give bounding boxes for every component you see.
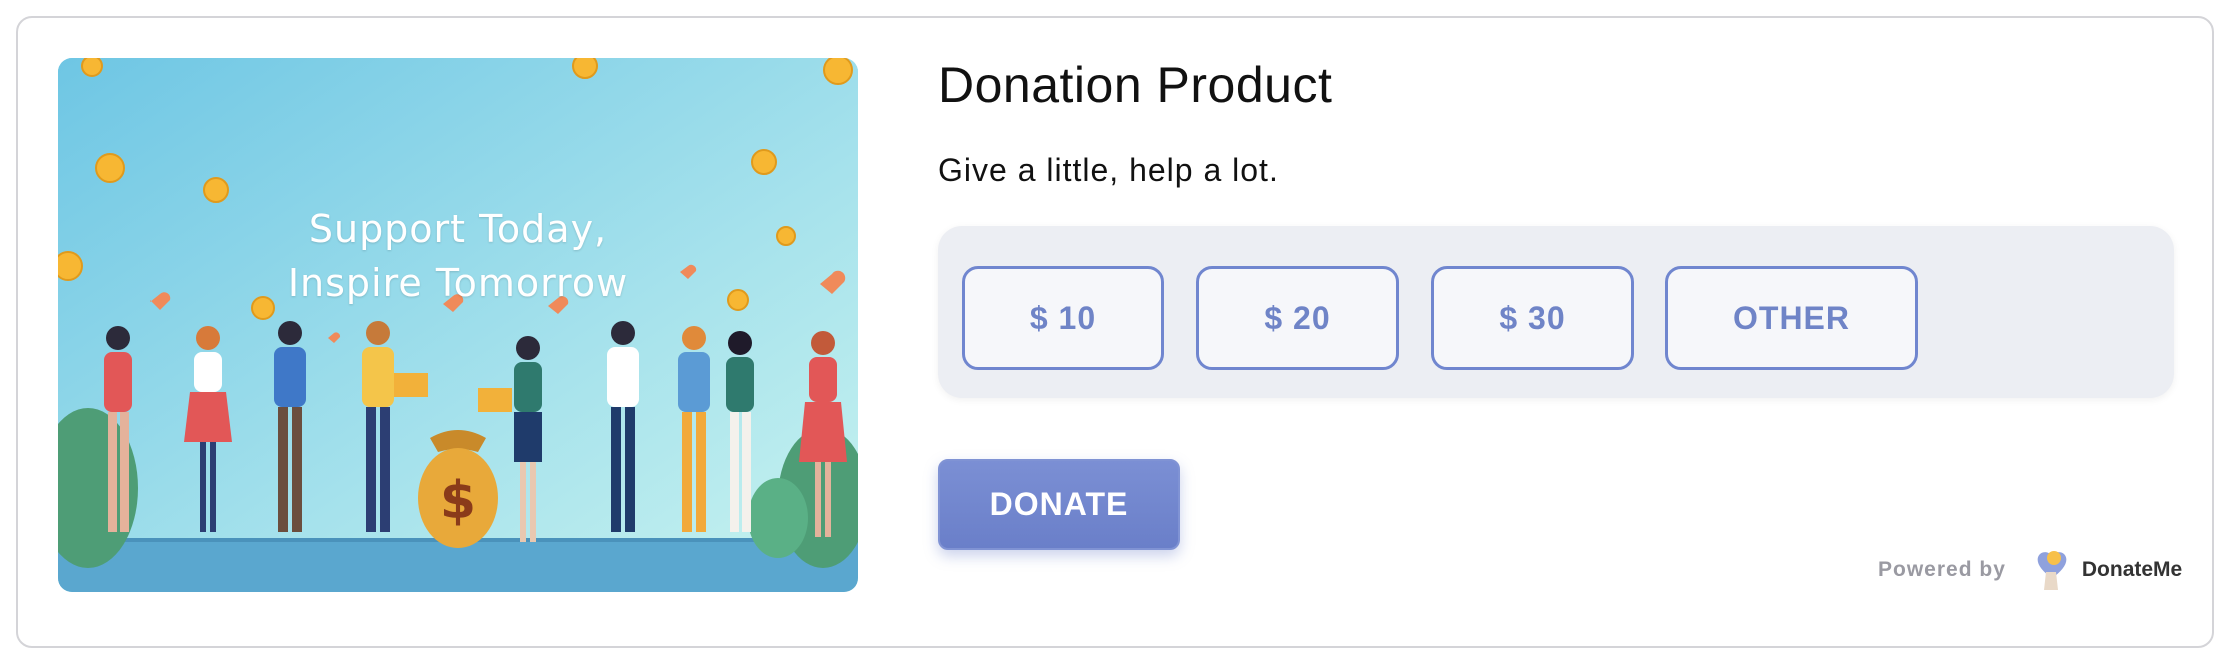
- hero-image: $ Support Today, Inspire Tomorrow: [58, 58, 858, 592]
- hero-tagline-line1: Support Today,: [308, 207, 608, 251]
- amount-30-button[interactable]: $ 30: [1431, 266, 1634, 370]
- hero-tagline: Support Today, Inspire Tomorrow: [58, 202, 858, 310]
- powered-by-label: Powered by: [1878, 558, 2006, 581]
- amount-20-button[interactable]: $ 20: [1196, 266, 1399, 370]
- svg-text:$: $: [440, 471, 476, 531]
- amount-options-panel: $ 10 $ 20 $ 30 OTHER: [938, 226, 2174, 398]
- amount-other-button[interactable]: OTHER: [1665, 266, 1918, 370]
- hero-tagline-line2: Inspire Tomorrow: [287, 261, 629, 305]
- product-title: Donation Product: [938, 57, 1333, 113]
- powered-by-brand: DonateMe: [2081, 558, 2183, 581]
- hero-illustration: $: [58, 58, 858, 592]
- donateme-heart-hand-icon: [2028, 548, 2072, 592]
- amount-10-button[interactable]: $ 10: [962, 266, 1164, 370]
- donate-button[interactable]: DONATE: [938, 459, 1180, 550]
- powered-by-footer: Powered by DonateMe: [1878, 550, 2182, 590]
- product-subtitle: Give a little, help a lot.: [938, 152, 1279, 188]
